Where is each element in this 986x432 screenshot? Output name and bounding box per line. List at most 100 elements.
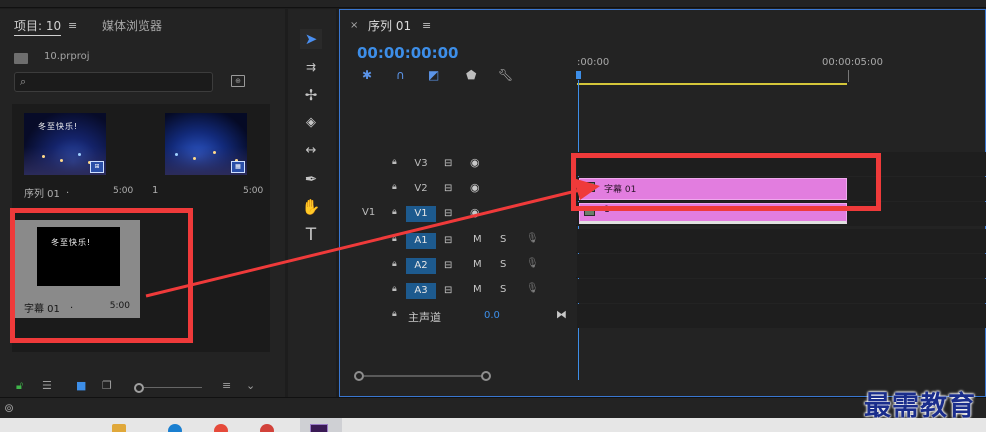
zoom-slider-handle[interactable] [134,383,144,393]
nest-icon[interactable]: ✱ [362,68,372,82]
browser-icon[interactable] [168,424,182,432]
ripple-edit-tool-icon[interactable]: ✢ [300,85,322,105]
master-track-label: 主声道 [408,311,441,324]
track-a1: 🔒︎ A1 ⊟ M S 🎙︎ [340,229,986,253]
item-duration: 5:00 [243,186,264,196]
sync-lock-icon[interactable]: ⊟ [444,260,452,271]
track-name-a3[interactable]: A3 [406,283,436,299]
freeform-view-icon[interactable]: ❐ [102,379,112,392]
active-app-slot[interactable] [300,418,342,432]
eye-icon[interactable]: ◉ [470,156,480,169]
track-a2: 🔒︎ A2 ⊟ M S 🎙︎ [340,254,986,278]
hand-tool-icon[interactable]: ✋ [300,197,322,217]
lock-icon[interactable]: 🔒︎ [392,182,397,192]
premiere-app-icon[interactable] [310,424,328,432]
tab-project[interactable]: 项目: 10 [14,17,62,36]
sync-lock-icon[interactable]: ⊟ [444,285,452,296]
track-master-body[interactable] [577,304,986,328]
tab-sequence-01[interactable]: 序列 01 [368,17,411,34]
thumbnail-sequence-01[interactable]: 冬至快乐! ⊞ [24,113,106,175]
scrollbar-handle-right[interactable] [481,371,491,381]
mute-button[interactable]: M [473,284,482,295]
type-tool-icon[interactable]: T [300,225,322,245]
lock-icon[interactable]: 🔒︎ [392,259,397,269]
track-a3-body[interactable] [577,279,986,303]
track-name-v3[interactable]: V3 [406,156,436,172]
mute-button[interactable]: M [473,259,482,270]
microphone-icon[interactable]: 🎙︎ [526,283,539,294]
playhead-timecode[interactable]: 00:00:00:00 [357,44,459,62]
search-icon: ⌕ [20,75,27,88]
snap-magnet-icon[interactable]: ∩ [396,68,405,82]
tab-menu-icon[interactable]: ≡ [68,19,77,32]
timeline-scrollbar[interactable] [354,371,491,381]
tab-media-browser[interactable]: 媒体浏览器 [102,17,162,34]
scrollbar-track[interactable] [364,375,482,377]
linked-selection-icon[interactable]: ◩ [428,68,439,82]
lock-icon[interactable]: 🔒︎ [392,309,397,319]
solo-button[interactable]: S [500,234,506,245]
source-patch-v1[interactable]: V1 [362,207,375,218]
work-area-bar[interactable] [577,83,847,85]
icon-view-icon[interactable]: ■ [76,379,86,392]
lock-open-icon[interactable]: 🔓︎ [16,379,23,393]
tools-panel: ➤ ⇉ ✢ ◈ ↔ ✒ ✋ T [288,9,336,397]
watermark-logo: 最需教育 [864,391,976,422]
mute-button[interactable]: M [473,234,482,245]
lock-icon[interactable]: 🔒︎ [392,284,397,294]
lock-icon[interactable]: 🔒︎ [392,234,397,244]
solo-button[interactable]: S [500,284,506,295]
sync-lock-icon[interactable]: ⊟ [444,235,452,246]
track-a1-body[interactable] [577,229,986,253]
pen-tool-icon[interactable]: ✒ [300,169,322,189]
clip-badge-icon: ▦ [231,161,245,173]
add-marker-icon[interactable]: ⬟ [466,68,476,82]
microphone-icon[interactable]: 🎙︎ [526,258,539,269]
master-volume-value[interactable]: 0.0 [484,310,500,321]
project-file-icon [14,53,28,64]
track-a3: 🔒︎ A3 ⊟ M S 🎙︎ [340,279,986,303]
sync-lock-icon[interactable]: ⊟ [444,183,452,194]
thumbnail-clip-1[interactable]: ▦ [165,113,247,175]
track-name-v1[interactable]: V1 [406,206,436,222]
scrollbar-handle-left[interactable] [354,371,364,381]
eye-icon[interactable]: ◉ [470,181,480,194]
track-a2-body[interactable] [577,254,986,278]
sync-lock-icon[interactable]: ⊟ [444,158,452,169]
project-bottom-bar: 🔓︎ ☰ ■ ❐ ≡ ⌄ [12,379,282,397]
close-icon[interactable]: × [350,20,358,31]
annotation-box-left [10,208,193,343]
creative-cloud-icon[interactable]: ⊚ [4,401,14,415]
chevron-down-icon[interactable]: ⌄ [246,379,255,392]
item-name: 序列 01 [24,189,60,200]
slip-tool-icon[interactable]: ↔ [300,141,322,161]
search-input[interactable]: ⌕ [14,72,213,92]
ruler-tick [848,70,849,82]
sequence-badge-icon: ⊞ [90,161,104,173]
lock-icon[interactable]: 🔒︎ [392,207,397,217]
sync-lock-icon[interactable]: ⊟ [444,208,452,219]
track-name-v2[interactable]: V2 [406,181,436,197]
solo-button[interactable]: S [500,259,506,270]
list-view-icon[interactable]: ☰ [42,379,52,392]
ruler-start-label: :00:00 [577,57,610,68]
track-select-tool-icon[interactable]: ⇉ [300,57,322,77]
sort-icon[interactable]: ≡ [222,379,231,392]
razor-tool-icon[interactable]: ◈ [300,113,322,133]
new-bin-icon[interactable]: ⊕ [231,75,245,87]
track-name-a1[interactable]: A1 [406,233,436,249]
taskbar [0,418,986,432]
selection-tool-icon[interactable]: ➤ [300,29,322,49]
app-icon[interactable] [214,424,228,432]
folder-icon[interactable] [112,424,126,432]
playhead-handle[interactable] [576,71,581,79]
lock-icon[interactable]: 🔒︎ [392,157,397,167]
eye-icon[interactable]: ◉ [470,206,480,219]
app-icon[interactable] [260,424,274,432]
go-to-end-icon[interactable]: ⧓ [556,308,567,321]
tab-menu-icon[interactable]: ≡ [422,19,431,32]
track-name-a2[interactable]: A2 [406,258,436,274]
zoom-slider-track[interactable] [144,387,202,388]
microphone-icon[interactable]: 🎙︎ [526,233,539,244]
wrench-icon[interactable]: 🔧︎ [498,68,513,82]
